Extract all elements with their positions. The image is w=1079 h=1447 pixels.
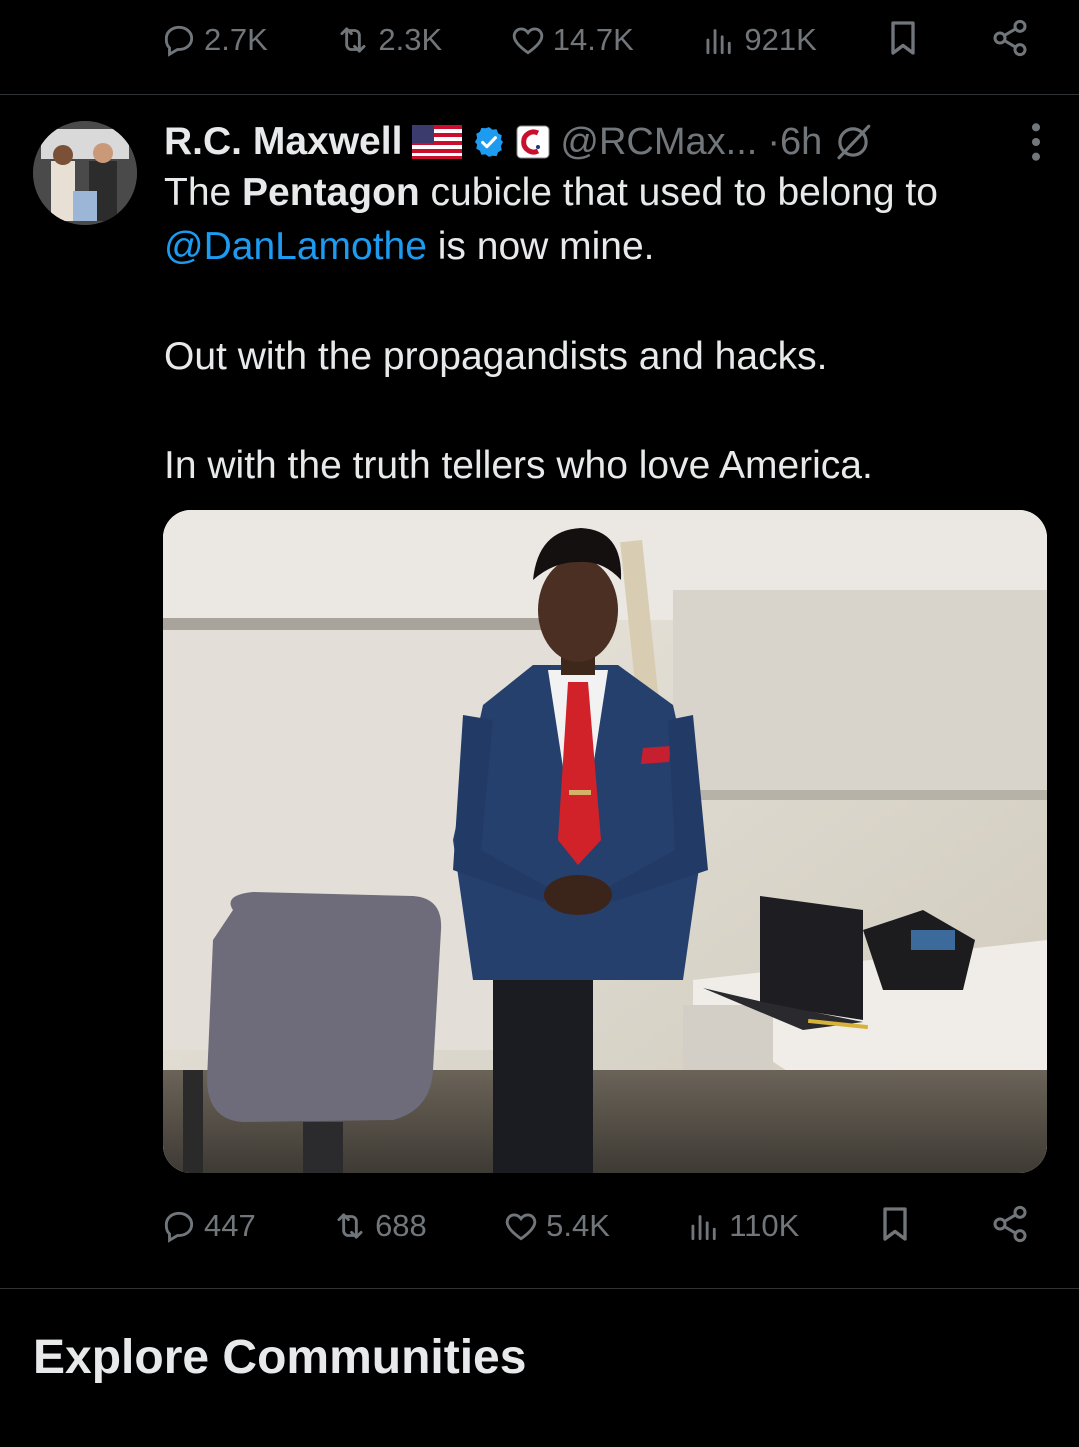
reply-count: 2.7K bbox=[204, 22, 268, 57]
share-button[interactable] bbox=[990, 1204, 1030, 1249]
like-icon bbox=[509, 21, 547, 59]
tweet-paragraph-3: In with the truth tellers who love Ameri… bbox=[164, 444, 873, 487]
views-count: 921K bbox=[744, 22, 817, 57]
like-button[interactable]: 5.4K bbox=[502, 1207, 610, 1245]
avatar[interactable] bbox=[33, 121, 137, 225]
views-button[interactable]: 110K bbox=[685, 1207, 799, 1245]
section-divider bbox=[0, 1288, 1079, 1289]
like-count: 14.7K bbox=[552, 22, 634, 57]
views-count: 110K bbox=[729, 1208, 800, 1243]
reply-icon bbox=[160, 21, 198, 59]
tweet-time[interactable]: ·6h bbox=[767, 121, 822, 164]
views-icon bbox=[685, 1207, 723, 1245]
share-icon bbox=[990, 1204, 1030, 1249]
grok-icon[interactable] bbox=[832, 121, 874, 163]
tweet-photo[interactable] bbox=[163, 510, 1047, 1173]
more-button[interactable] bbox=[1028, 120, 1044, 164]
repost-icon bbox=[334, 21, 372, 59]
repost-count: 2.3K bbox=[378, 22, 443, 57]
reply-count: 447 bbox=[204, 1208, 256, 1243]
author-handle[interactable]: @RCMax... bbox=[560, 121, 757, 164]
views-button[interactable]: 921K bbox=[700, 21, 817, 59]
reply-icon bbox=[160, 1207, 198, 1245]
reply-button[interactable]: 447 bbox=[160, 1207, 256, 1245]
repost-icon bbox=[331, 1207, 369, 1245]
bookmark-icon bbox=[875, 1204, 915, 1249]
verified-badge-icon bbox=[472, 125, 506, 159]
bookmark-icon bbox=[883, 18, 923, 63]
bookmark-button[interactable] bbox=[883, 18, 923, 63]
views-icon bbox=[700, 21, 738, 59]
tweet-header: R.C. Maxwell @RCMax... ·6h bbox=[164, 112, 1044, 172]
tweet-text-segment: The bbox=[164, 171, 243, 214]
explore-communities-heading: Explore Communities bbox=[33, 1331, 527, 1384]
like-icon bbox=[502, 1207, 540, 1245]
repost-count: 688 bbox=[375, 1208, 427, 1243]
tweet-actions: 447 688 5.4K 110K bbox=[160, 1196, 1030, 1256]
tweet-text: The Pentagon cubicle that used to belong… bbox=[164, 166, 1044, 493]
repost-button[interactable]: 688 bbox=[331, 1207, 427, 1245]
tweet-text-bold: Pentagon bbox=[242, 171, 420, 214]
tweet-paragraph-2: Out with the propagandists and hacks. bbox=[164, 335, 828, 378]
previous-tweet-actions: 2.7K 2.3K 14.7K 921K bbox=[160, 10, 1030, 70]
tweet-text-segment: cubicle that used to belong to bbox=[419, 171, 938, 214]
tweet-paragraph-1: The Pentagon cubicle that used to belong… bbox=[164, 166, 1044, 274]
flag-us-icon bbox=[412, 125, 463, 159]
tweet-divider bbox=[0, 94, 1079, 95]
share-button[interactable] bbox=[990, 18, 1030, 63]
author-name[interactable]: R.C. Maxwell bbox=[164, 120, 402, 164]
bookmark-button[interactable] bbox=[875, 1204, 915, 1249]
reply-button[interactable]: 2.7K bbox=[160, 21, 268, 59]
like-button[interactable]: 14.7K bbox=[509, 21, 634, 59]
repost-button[interactable]: 2.3K bbox=[334, 21, 442, 59]
mention-link[interactable]: @DanLamothe bbox=[164, 225, 427, 268]
affiliate-logo-icon[interactable] bbox=[516, 125, 550, 159]
share-icon bbox=[990, 18, 1030, 63]
tweet-text-segment: is now mine. bbox=[426, 225, 655, 268]
like-count: 5.4K bbox=[546, 1208, 610, 1243]
more-icon bbox=[1028, 120, 1044, 164]
